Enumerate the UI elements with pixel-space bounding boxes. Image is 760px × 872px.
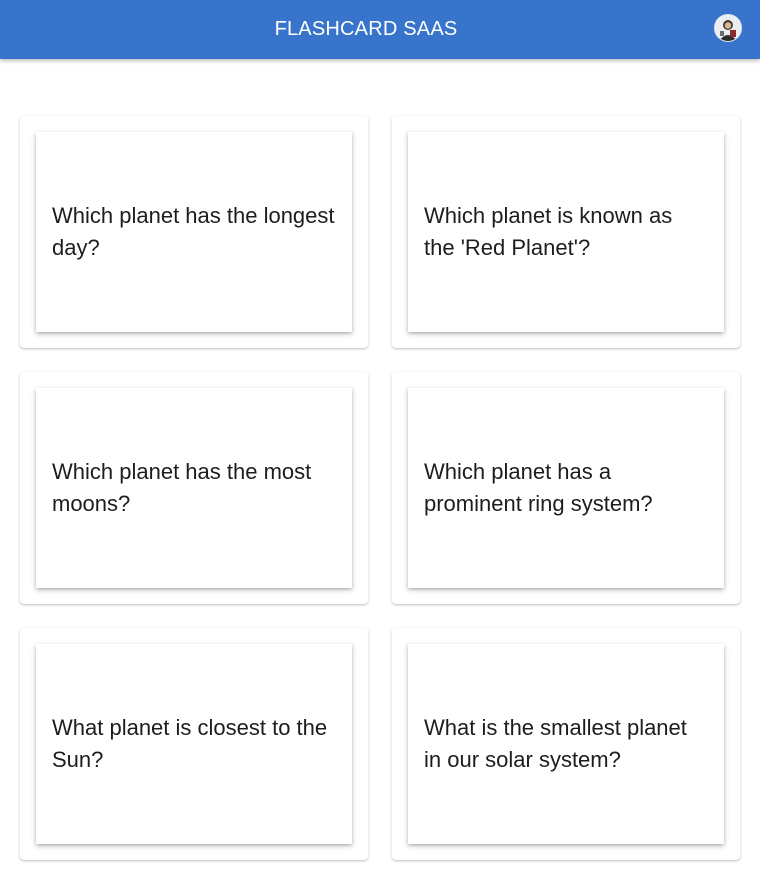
app-title: FLASHCARD SAAS	[274, 18, 458, 40]
flashcard-container: What planet is closest to the Sun?	[20, 628, 368, 860]
flashcard-container: Which planet is known as the 'Red Planet…	[392, 116, 740, 348]
flashcard-question: Which planet is known as the 'Red Planet…	[424, 203, 673, 260]
flashcard-container: Which planet has the longest day?	[20, 116, 368, 348]
flashcard[interactable]: Which planet has the longest day?	[36, 132, 352, 332]
flashcard[interactable]: Which planet has a prominent ring system…	[408, 388, 724, 588]
flashcard-question: Which planet has the longest day?	[52, 203, 335, 260]
app-bar: FLASHCARD SAAS	[0, 0, 760, 59]
flashcard[interactable]: What is the smallest planet in our solar…	[408, 644, 724, 844]
flashcard-question: What is the smallest planet in our solar…	[424, 715, 687, 772]
flashcard-question: What planet is closest to the Sun?	[52, 715, 328, 772]
user-avatar-icon[interactable]	[714, 14, 742, 42]
flashcard-container: What is the smallest planet in our solar…	[392, 628, 740, 860]
flashcard-container: Which planet has a prominent ring system…	[392, 372, 740, 604]
flashcard[interactable]: Which planet has the most moons?	[36, 388, 352, 588]
flashcard-grid: Which planet has the longest day? Which …	[20, 116, 740, 860]
flashcard[interactable]: Which planet is known as the 'Red Planet…	[408, 132, 724, 332]
flashcard-question: Which planet has the most moons?	[52, 459, 312, 516]
flashcard[interactable]: What planet is closest to the Sun?	[36, 644, 352, 844]
flashcard-question: Which planet has a prominent ring system…	[424, 459, 653, 516]
flashcard-container: Which planet has the most moons?	[20, 372, 368, 604]
